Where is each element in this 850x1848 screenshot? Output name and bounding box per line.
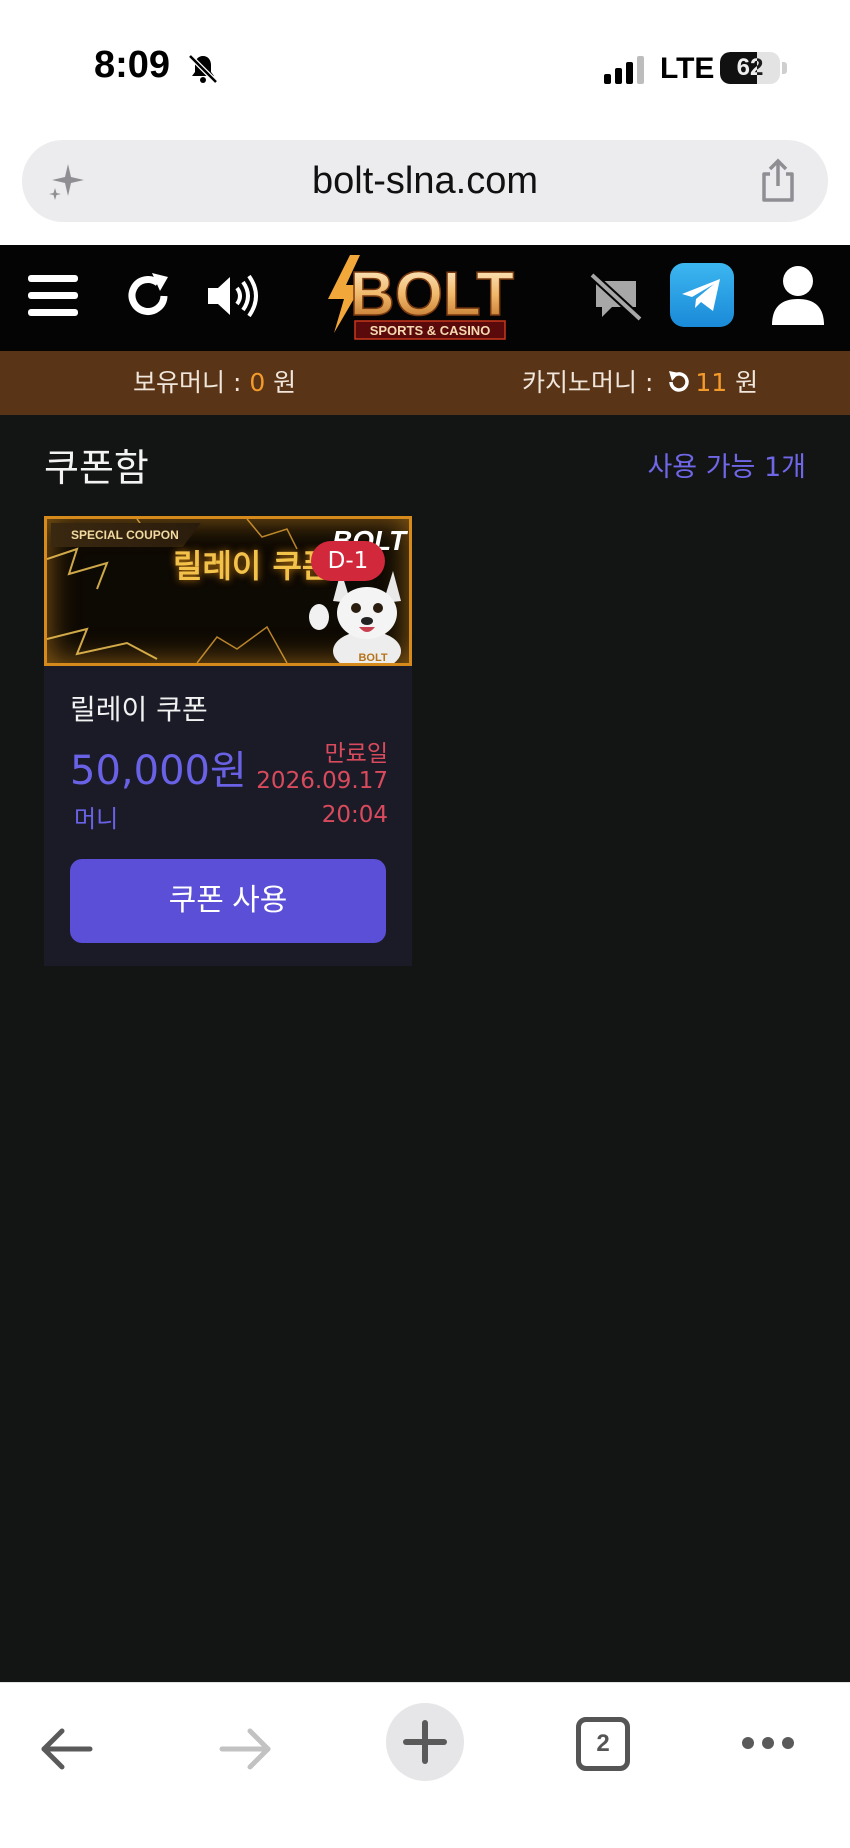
coupon-name: 릴레이 쿠폰 [70,693,208,726]
chat-off-icon[interactable] [588,271,644,323]
new-tab-button[interactable] [386,1703,464,1781]
coupon-card: SPECIAL COUPON 릴레이 쿠폰 BOLT BOLT D-1 릴레이 … [44,516,412,966]
coupon-unit: 머니 [74,805,119,833]
holding-money-label: 보유머니 : [133,368,250,397]
back-icon[interactable] [40,1727,94,1771]
signal-icon [604,56,644,84]
expiry-time: 20:04 [321,802,388,828]
tabs-button[interactable]: 2 [576,1717,630,1771]
network-label: LTE [660,52,715,85]
user-icon[interactable] [770,265,826,327]
status-bar: 8:09 LTE 62 [0,0,850,130]
available-count: 사용 가능 1개 [647,452,806,483]
status-time: 8:09 [94,44,171,86]
expiry-label: 만료일 [324,741,388,767]
url-bar[interactable]: bolt-slna.com [22,140,828,222]
site-header: BOLT SPORTS & CASINO [0,245,850,351]
balance-bar: 보유머니 : 0 원 카지노머니 : 11 원 [0,351,850,415]
expiry-date: 2026.09.17 [256,768,388,794]
coupon-amount: 50,000원 [70,748,247,794]
battery-icon: 62 [720,52,780,84]
casino-money-value: 11 [695,368,728,397]
url-text[interactable]: bolt-slna.com [22,140,828,222]
share-icon[interactable] [756,158,800,204]
browser-toolbar: 2 [0,1682,850,1848]
battery-level: 62 [736,54,764,81]
coupon-page: 쿠폰함 사용 가능 1개 SPECIAL COUPON 릴레이 쿠폰 BOLT [0,415,850,1682]
forward-icon[interactable] [218,1727,272,1771]
telegram-icon[interactable] [670,263,734,327]
casino-refresh-icon[interactable] [665,369,691,395]
bolt-logo[interactable]: BOLT SPORTS & CASINO [322,255,528,343]
refresh-icon[interactable] [124,271,174,321]
sound-icon[interactable] [206,273,260,319]
holding-money-unit: 원 [265,368,297,397]
holding-money: 보유머니 : 0 원 [133,351,296,415]
svg-text:SPORTS & CASINO: SPORTS & CASINO [370,323,491,338]
use-coupon-button[interactable]: 쿠폰 사용 [70,859,386,943]
casino-money-unit: 원 [727,368,759,397]
menu-icon[interactable] [28,273,78,319]
battery-tip [782,62,787,74]
holding-money-value: 0 [249,368,266,397]
page-title: 쿠폰함 [44,446,149,490]
plus-icon [403,1720,447,1764]
casino-money: 카지노머니 : 11 원 [522,351,758,415]
svg-text:BOLT: BOLT [350,260,514,329]
d-day-badge: D-1 [311,541,385,581]
more-icon[interactable] [740,1735,796,1751]
bell-slash-icon [188,54,218,84]
svg-text:BOLT: BOLT [358,652,387,664]
casino-money-label: 카지노머니 : [522,368,662,397]
coupon-banner: SPECIAL COUPON 릴레이 쿠폰 BOLT BOLT D-1 [44,516,412,666]
